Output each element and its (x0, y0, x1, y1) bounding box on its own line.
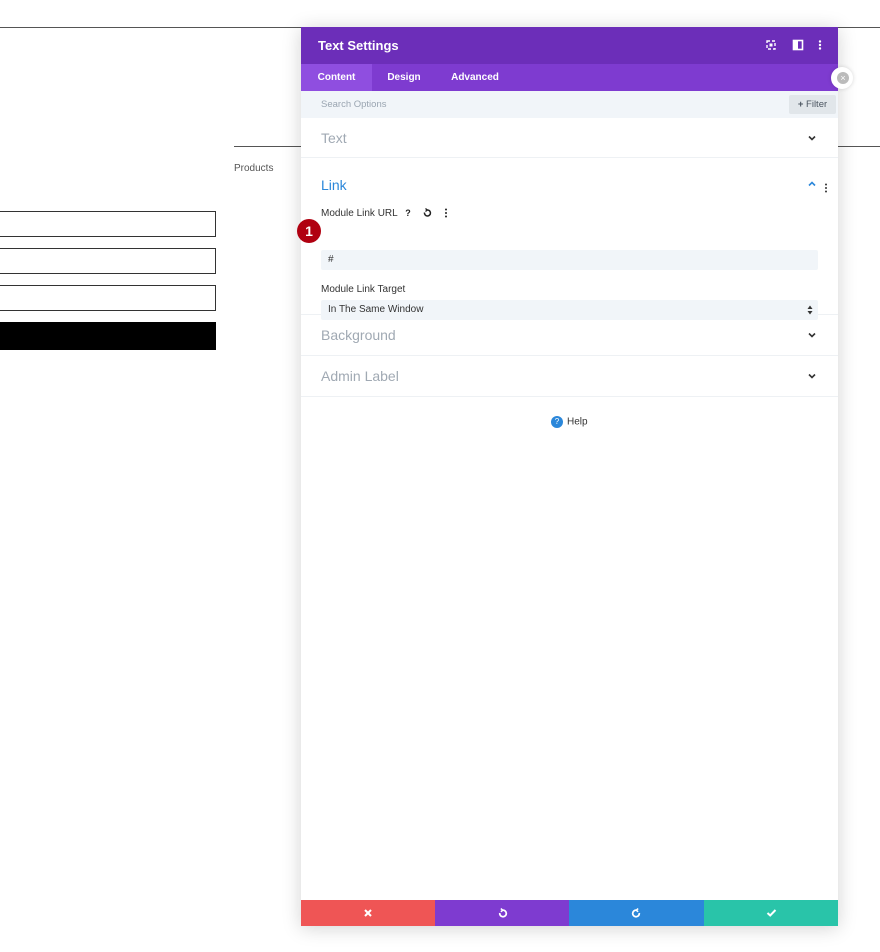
close-module-icon[interactable]: × (831, 67, 853, 89)
select-arrows-icon (807, 305, 813, 315)
module-link-target-value: In The Same Window (328, 304, 424, 315)
field-more-icon[interactable] (439, 206, 453, 220)
tab-design[interactable]: Design (372, 64, 436, 91)
module-link-url-value: # (328, 254, 334, 265)
expand-icon[interactable] (764, 39, 778, 53)
section-admin-label-title: Admin Label (321, 368, 399, 384)
undo-button[interactable] (435, 900, 569, 926)
chevron-up-icon[interactable] (807, 179, 819, 191)
section-background[interactable]: Background (301, 315, 838, 356)
help-question-icon[interactable]: ? (401, 206, 415, 220)
help-label: Help (567, 416, 588, 428)
section-background-title: Background (321, 327, 396, 343)
section-text-title: Text (321, 130, 347, 146)
search-input[interactable]: Search Options (321, 99, 386, 110)
redo-icon (631, 907, 641, 918)
modal-tabs: Content Design Advanced (301, 64, 838, 91)
step-badge: 1 (297, 219, 321, 243)
chevron-down-icon[interactable] (807, 330, 819, 342)
chevron-down-icon[interactable] (807, 371, 819, 383)
redo-button[interactable] (569, 900, 704, 926)
filter-label: Filter (806, 99, 828, 110)
module-link-url-input[interactable]: # (321, 250, 818, 270)
products-label: Products (234, 163, 274, 174)
more-options-icon[interactable] (813, 39, 827, 53)
section-text[interactable]: Text (301, 118, 838, 158)
split-view-icon[interactable] (791, 39, 805, 53)
undo-icon (498, 907, 507, 918)
tab-advanced[interactable]: Advanced (436, 64, 514, 91)
cancel-button[interactable] (301, 900, 435, 926)
chevron-down-icon[interactable] (807, 133, 819, 145)
check-icon (766, 909, 776, 917)
modal-title: Text Settings (318, 38, 399, 53)
section-admin-label[interactable]: Admin Label (301, 356, 838, 397)
save-button[interactable] (704, 900, 838, 926)
module-link-url-label: Module Link URL (321, 208, 398, 219)
help-icon: ? (551, 416, 563, 428)
module-link-target-label: Module Link Target (321, 284, 406, 295)
form-input-2[interactable] (0, 248, 216, 274)
section-more-icon[interactable] (823, 180, 829, 198)
modal-header: Text Settings (301, 27, 838, 64)
section-link: Link Module Link URL ? # Module Link Tar… (301, 158, 838, 320)
text-settings-modal: Text Settings Content Design Advanced Se… (301, 27, 838, 926)
tab-content[interactable]: Content (301, 64, 372, 91)
form-submit-button[interactable] (0, 322, 216, 350)
help-link[interactable]: ? Help (551, 416, 588, 428)
form-input-1[interactable] (0, 211, 216, 237)
plus-icon: + (797, 99, 804, 110)
section-link-title[interactable]: Link (321, 177, 347, 193)
form-input-3[interactable] (0, 285, 216, 311)
reset-icon[interactable] (420, 206, 434, 220)
search-options-bar: Search Options + Filter (301, 91, 838, 118)
modal-footer (301, 900, 838, 926)
close-icon (364, 909, 372, 917)
filter-button[interactable]: + Filter (789, 95, 836, 114)
